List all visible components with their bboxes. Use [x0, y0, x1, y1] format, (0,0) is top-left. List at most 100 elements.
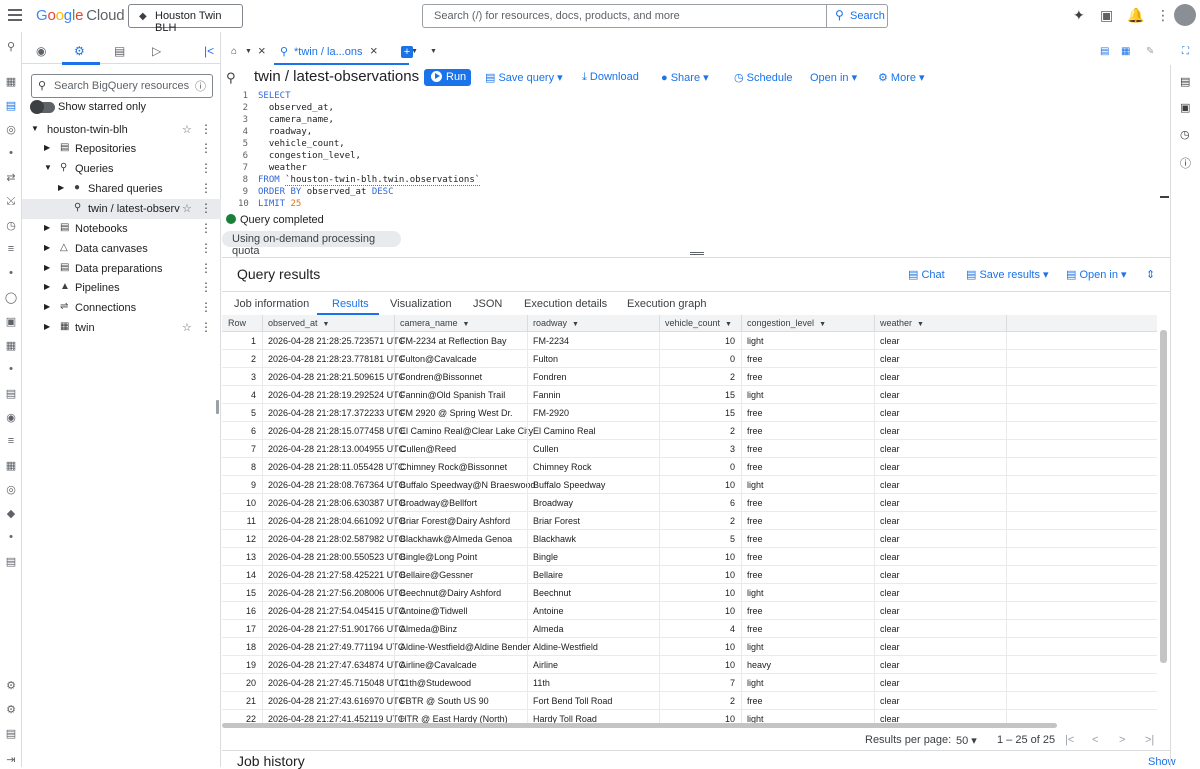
- more-vert-icon[interactable]: ⋮: [200, 201, 212, 215]
- expand-rail-icon[interactable]: ⇥: [4, 753, 18, 766]
- schedule-button[interactable]: ◷ Schedule: [734, 71, 793, 84]
- comment-icon[interactable]: ▣: [1180, 101, 1190, 114]
- table-icon[interactable]: ▦: [4, 459, 18, 472]
- more-vert-icon[interactable]: ⋮: [200, 122, 212, 136]
- table-row[interactable]: 5 2026-04-28 21:28:17.372233 UTC FM 2920 @…: [222, 404, 1157, 422]
- tree-item-data-canvases[interactable]: ▶ △ Data canvases ⋮: [22, 239, 221, 259]
- star-icon[interactable]: ☆: [182, 123, 192, 136]
- home-icon[interactable]: ⌂: [231, 46, 237, 57]
- chevron-right-icon[interactable]: ▶: [44, 263, 50, 272]
- column-header-congestion-level[interactable]: congestion_level ▼: [747, 318, 826, 328]
- share-button[interactable]: ● Share ▾: [661, 71, 709, 84]
- chevron-right-icon[interactable]: ▶: [44, 143, 50, 152]
- chevron-down-icon[interactable]: ▼: [245, 48, 252, 55]
- tab-query[interactable]: ⚲ *twin / la...ons ▼: [274, 40, 418, 65]
- settings-nav-icon[interactable]: ▤: [4, 555, 18, 568]
- run-button[interactable]: Run: [424, 69, 471, 86]
- info-doc-icon[interactable]: ▤: [1180, 75, 1190, 88]
- list-icon[interactable]: ≡: [4, 435, 18, 447]
- layout-icon[interactable]: ▤: [1100, 46, 1109, 57]
- resize-handle[interactable]: [216, 400, 219, 414]
- sharing-icon[interactable]: ◯: [4, 291, 18, 304]
- tree-item-shared-queries[interactable]: ▶ ● Shared queries ⋮: [22, 179, 221, 199]
- chevron-right-icon[interactable]: ▶: [44, 322, 50, 331]
- help-icon[interactable]: ⓘ: [195, 78, 206, 94]
- tree-item-connections[interactable]: ▶ ⇌ Connections ⋮: [22, 298, 221, 318]
- tree-item-pipelines[interactable]: ▶ ▲ Pipelines ⋮: [22, 278, 221, 298]
- tab-json[interactable]: JSON: [473, 298, 502, 310]
- column-header-camera-name[interactable]: camera_name ▼: [400, 318, 469, 328]
- panel-drag-handle[interactable]: [690, 252, 704, 255]
- explore-icon[interactable]: ◉: [4, 411, 18, 424]
- avatar[interactable]: [1174, 4, 1196, 26]
- gemini-icon[interactable]: ✦: [1073, 7, 1085, 24]
- table-row[interactable]: 16 2026-04-28 21:27:54.045415 UTC Antoine@…: [222, 602, 1157, 620]
- more-vert-icon[interactable]: ⋮: [200, 241, 212, 255]
- table-row[interactable]: 20 2026-04-28 21:27:45.715048 UTC 11th@Stu…: [222, 674, 1157, 692]
- table-row[interactable]: 9 2026-04-28 21:28:08.767364 UTC Buffalo S…: [222, 476, 1157, 494]
- download-button[interactable]: ⤓ Download: [582, 71, 639, 84]
- table-row[interactable]: 4 2026-04-28 21:28:19.292524 UTC Fannin@Ol…: [222, 386, 1157, 404]
- menu-icon[interactable]: [8, 9, 22, 21]
- close-icon[interactable]: ×: [258, 43, 266, 58]
- save-results-button[interactable]: ▤ Save results ▾: [966, 268, 1049, 281]
- table-row[interactable]: 13 2026-04-28 21:28:00.550523 UTC Bingle@L…: [222, 548, 1157, 566]
- release-notes-icon[interactable]: ▤: [4, 727, 18, 740]
- column-header-weather[interactable]: weather ▼: [880, 318, 924, 328]
- column-header-roadway[interactable]: roadway ▼: [533, 318, 579, 328]
- cloud-shell-icon[interactable]: ▣: [1100, 7, 1113, 24]
- tab-execution-details[interactable]: Execution details: [524, 298, 607, 310]
- search-button[interactable]: ⚲ Search: [826, 4, 888, 28]
- new-tab-icon[interactable]: +: [401, 46, 413, 58]
- tree-item-query-latest[interactable]: ⚲ twin / latest-observatio ☆ ⋮: [22, 199, 221, 219]
- info-icon[interactable]: ⓘ: [1180, 155, 1191, 171]
- column-header-vehicle-count[interactable]: vehicle_count ▼: [665, 318, 732, 328]
- explorer-search-input[interactable]: ⚲ Search BigQuery resources ⓘ: [31, 74, 213, 98]
- star-icon[interactable]: ☆: [182, 321, 192, 334]
- monitoring-icon[interactable]: ▤: [4, 387, 18, 400]
- table-row[interactable]: 22 2026-04-28 21:27:41.452119 UTC HTR @ Ea…: [222, 710, 1157, 723]
- history-icon[interactable]: ◷: [1180, 128, 1190, 141]
- collapse-panel-icon[interactable]: |<: [204, 44, 214, 58]
- results-per-page-select[interactable]: 50 ▾: [956, 734, 977, 747]
- notifications-icon[interactable]: 🔔: [1127, 7, 1144, 24]
- keyboard-icon[interactable]: ▦: [1121, 46, 1130, 57]
- table-row[interactable]: 6 2026-04-28 21:28:15.077458 UTC El Camino…: [222, 422, 1157, 440]
- tree-item-repositories[interactable]: ▶ ▤ Repositories ⋮: [22, 139, 221, 159]
- open-in-button[interactable]: Open in ▾: [810, 71, 857, 84]
- table-row[interactable]: 21 2026-04-28 21:27:43.616970 UTC FBTR @ S…: [222, 692, 1157, 710]
- sql-editor[interactable]: 1 SELECT 2 observed_at, 3 camera_name, 4 …: [222, 90, 1170, 210]
- table-row[interactable]: 1 2026-04-28 21:28:25.723571 UTC FM-2234 a…: [222, 332, 1157, 350]
- show-starred-toggle[interactable]: [30, 100, 55, 114]
- tab-execution-graph[interactable]: Execution graph: [627, 298, 707, 310]
- tab-job-information[interactable]: Job information: [234, 298, 309, 310]
- table-row[interactable]: 19 2026-04-28 21:27:47.634874 UTC Airline@…: [222, 656, 1157, 674]
- tab-visualization[interactable]: Visualization: [390, 298, 452, 310]
- tree-item-notebooks[interactable]: ▶ ▤ Notebooks ⋮: [22, 219, 221, 239]
- more-button[interactable]: ⚙ More ▾: [878, 71, 925, 84]
- chevron-right-icon[interactable]: ▶: [44, 223, 50, 232]
- star-icon[interactable]: ☆: [182, 202, 192, 215]
- transfers-icon[interactable]: ⇄: [4, 171, 18, 184]
- governance-icon[interactable]: ▦: [4, 339, 18, 352]
- more-vert-icon[interactable]: ⋮: [200, 261, 212, 275]
- tag-icon[interactable]: ▷: [152, 44, 161, 58]
- chevron-right-icon[interactable]: ▶: [44, 282, 50, 291]
- more-vert-icon[interactable]: ⋮: [200, 161, 212, 175]
- table-row[interactable]: 7 2026-04-28 21:28:13.004955 UTC Cullen@Re…: [222, 440, 1157, 458]
- column-header-observed-at[interactable]: observed_at ▼: [268, 318, 329, 328]
- chevron-down-icon[interactable]: ▼: [430, 48, 437, 55]
- table-row[interactable]: 2 2026-04-28 21:28:23.778181 UTC Fulton@Ca…: [222, 350, 1157, 368]
- more-vert-icon[interactable]: ⋮: [200, 280, 212, 294]
- horizontal-scrollbar[interactable]: [222, 723, 1057, 728]
- overview-icon[interactable]: ▦: [4, 75, 18, 88]
- explorer-tab-nodes-icon[interactable]: ⚙: [74, 44, 85, 58]
- vertical-scrollbar[interactable]: [1160, 330, 1167, 663]
- bigquery-logo-icon[interactable]: ⚲: [4, 40, 18, 53]
- expand-icon[interactable]: ⇕: [1146, 268, 1155, 281]
- chevron-right-icon[interactable]: ▶: [44, 302, 50, 311]
- more-vert-icon[interactable]: ⋮: [1156, 7, 1170, 24]
- table-row[interactable]: 12 2026-04-28 21:28:02.587982 UTC Blackhaw…: [222, 530, 1157, 548]
- table-row[interactable]: 18 2026-04-28 21:27:49.771194 UTC Aldine-W…: [222, 638, 1157, 656]
- close-tab-icon[interactable]: ×: [370, 43, 378, 58]
